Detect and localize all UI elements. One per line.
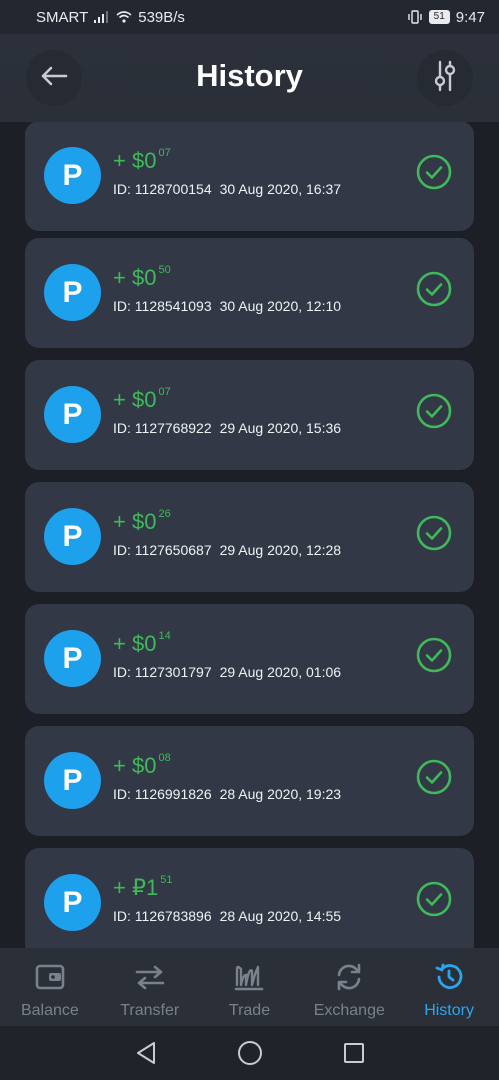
transaction-card[interactable]: P + $0 26 ID: 1127650687 29 Aug 2020, 12:2… — [25, 482, 474, 592]
transaction-details: ID: 1126991826 28 Aug 2020, 19:23 — [113, 786, 341, 802]
check-circle-icon — [416, 637, 452, 673]
payeer-logo-icon: P — [44, 752, 101, 809]
transfer-arrows-icon — [134, 962, 166, 992]
transaction-details: ID: 1126783896 28 Aug 2020, 14:55 — [113, 908, 341, 924]
transaction-list[interactable]: P + $0 07 ID: 1128700154 30 Aug 2020, 16:3… — [25, 122, 474, 948]
payeer-logo-icon: P — [44, 508, 101, 565]
transaction-details: ID: 1127768922 29 Aug 2020, 15:36 — [113, 420, 341, 436]
transaction-details: ID: 1128700154 30 Aug 2020, 16:37 — [113, 181, 341, 197]
transaction-date: 29 Aug 2020, 15:36 — [219, 420, 342, 436]
transaction-date: 28 Aug 2020, 19:23 — [219, 786, 342, 802]
transaction-amount: + $0 07 — [113, 147, 171, 173]
wifi-icon — [116, 11, 132, 23]
transaction-date: 30 Aug 2020, 16:37 — [219, 181, 342, 197]
transaction-details: ID: 1127650687 29 Aug 2020, 12:28 — [113, 542, 341, 558]
recents-square-icon[interactable] — [343, 1042, 365, 1064]
transaction-date: 29 Aug 2020, 12:28 — [219, 542, 342, 558]
check-circle-icon — [416, 759, 452, 795]
back-triangle-icon[interactable] — [135, 1041, 157, 1065]
nav-trade[interactable]: Trade — [200, 948, 300, 1026]
transaction-card[interactable]: P + ₽1 51 ID: 1126783896 28 Aug 2020, 14:5… — [25, 848, 474, 948]
payeer-logo-icon: P — [44, 630, 101, 687]
nav-exchange[interactable]: Exchange — [299, 948, 399, 1026]
payeer-logo-icon: P — [44, 264, 101, 321]
check-circle-icon — [416, 271, 452, 307]
signal-icon — [94, 11, 110, 23]
nav-transfer[interactable]: Transfer — [100, 948, 200, 1026]
nav-history[interactable]: History — [399, 948, 499, 1026]
transaction-date: 30 Aug 2020, 12:10 — [219, 298, 342, 314]
payeer-logo-icon: P — [44, 386, 101, 443]
clock: 9:47 — [455, 8, 485, 26]
transaction-card[interactable]: P + $0 08 ID: 1126991826 28 Aug 2020, 19:2… — [25, 726, 474, 836]
transaction-amount: + $0 50 — [113, 264, 171, 290]
transaction-card[interactable]: P + $0 50 ID: 1128541093 30 Aug 2020, 12:1… — [25, 238, 474, 348]
transaction-id: ID: 1127650687 — [113, 542, 212, 558]
trade-chart-icon — [233, 962, 265, 992]
transaction-id: ID: 1126783896 — [113, 908, 212, 924]
nav-balance[interactable]: Balance — [0, 948, 100, 1026]
transaction-date: 28 Aug 2020, 14:55 — [219, 908, 342, 924]
transaction-amount: + $0 08 — [113, 752, 171, 778]
history-clock-icon — [434, 962, 464, 992]
transaction-id: ID: 1128700154 — [113, 181, 212, 197]
app-header: History — [0, 34, 499, 122]
transaction-amount: + $0 14 — [113, 630, 171, 656]
payeer-logo-icon: P — [44, 147, 101, 204]
carrier-label: SMART — [36, 8, 89, 26]
vibrate-icon — [407, 10, 423, 24]
transaction-card[interactable]: P + $0 07 ID: 1127768922 29 Aug 2020, 15:3… — [25, 360, 474, 470]
system-navigation-bar — [0, 1026, 499, 1080]
transaction-details: ID: 1127301797 29 Aug 2020, 01:06 — [113, 664, 341, 680]
transaction-id: ID: 1127301797 — [113, 664, 212, 680]
transaction-date: 29 Aug 2020, 01:06 — [219, 664, 342, 680]
transaction-amount: + ₽1 51 — [113, 874, 173, 900]
transaction-id: ID: 1126991826 — [113, 786, 212, 802]
bottom-navigation: Balance Transfer Trade Exchange History — [0, 948, 499, 1026]
check-circle-icon — [416, 393, 452, 429]
exchange-refresh-icon — [334, 962, 364, 992]
transaction-id: ID: 1128541093 — [113, 298, 212, 314]
transaction-details: ID: 1128541093 30 Aug 2020, 12:10 — [113, 298, 341, 314]
transaction-amount: + $0 07 — [113, 386, 171, 412]
sliders-icon — [431, 60, 459, 97]
transaction-card[interactable]: P + $0 14 ID: 1127301797 29 Aug 2020, 01:0… — [25, 604, 474, 714]
status-bar: SMART 539B/s 51 9:47 — [0, 0, 499, 34]
transaction-amount: + $0 26 — [113, 508, 171, 534]
check-circle-icon — [416, 881, 452, 917]
payeer-logo-icon: P — [44, 874, 101, 931]
check-circle-icon — [416, 154, 452, 190]
transaction-card[interactable]: P + $0 07 ID: 1128700154 30 Aug 2020, 16:3… — [25, 122, 474, 231]
check-circle-icon — [416, 515, 452, 551]
wallet-icon — [35, 962, 65, 992]
network-speed: 539B/s — [138, 8, 185, 26]
battery-indicator: 51 — [428, 10, 450, 24]
filter-button[interactable] — [417, 50, 473, 106]
home-circle-icon[interactable] — [237, 1040, 263, 1066]
transaction-id: ID: 1127768922 — [113, 420, 212, 436]
